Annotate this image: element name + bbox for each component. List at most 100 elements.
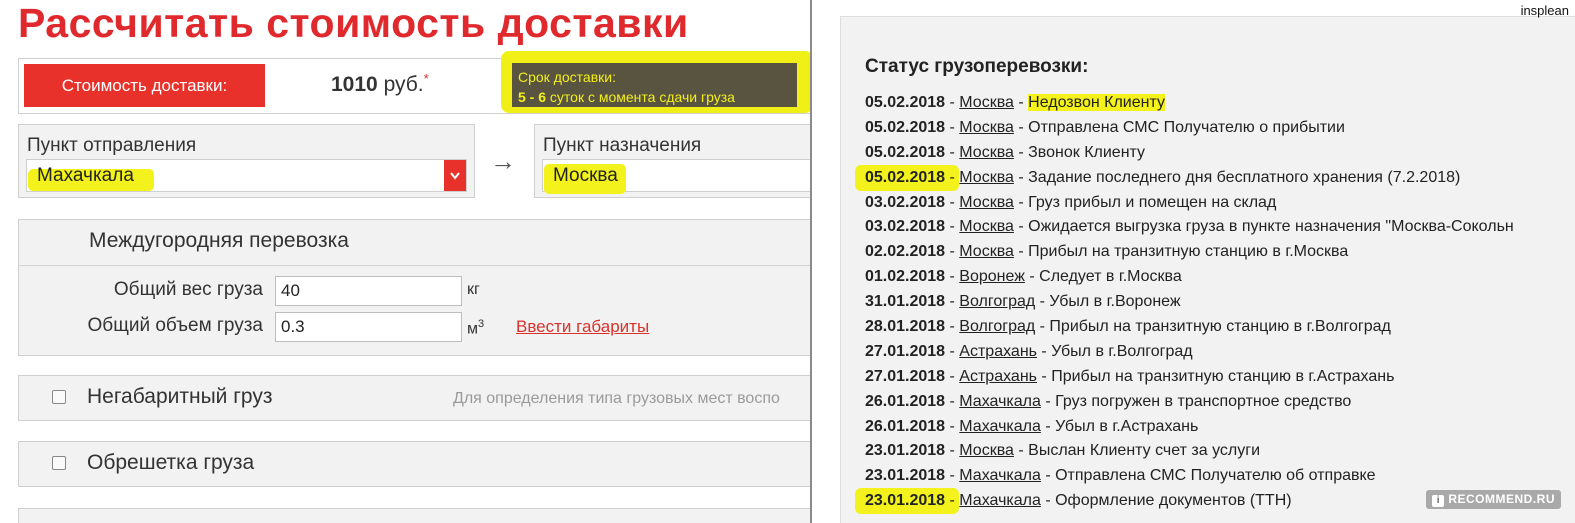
- status-city-link[interactable]: Махачкала: [959, 418, 1041, 435]
- status-separator: -: [1040, 392, 1056, 410]
- status-city-link[interactable]: Москва: [959, 94, 1014, 111]
- status-event: 31.01.2018 - Волгоград - Убыл в г.Вороне…: [865, 290, 1514, 315]
- intercity-heading: Междугородняя перевозка: [89, 229, 349, 252]
- status-text: Убыл в г.Воронеж: [1049, 293, 1181, 311]
- status-separator: -: [945, 293, 960, 311]
- weight-input[interactable]: 40: [275, 276, 462, 306]
- status-separator: -: [1040, 492, 1056, 510]
- status-event: 23.01.2018 - Махачкала - Отправлена СМС …: [865, 464, 1514, 489]
- status-separator: -: [945, 342, 960, 360]
- status-date: 05.02.2018: [865, 168, 946, 186]
- status-city-link[interactable]: Москва: [959, 194, 1014, 211]
- cost-row: Стоимость доставки: 1010 руб.* Срок дост…: [18, 51, 812, 114]
- status-city-link[interactable]: Астрахань: [959, 343, 1037, 360]
- status-date: 28.01.2018: [865, 318, 946, 336]
- volume-input[interactable]: 0.3: [275, 312, 462, 342]
- delivery-term-unit: суток с момента сдачи груза: [549, 89, 735, 105]
- status-separator: -: [945, 367, 960, 385]
- page-title: Рассчитать стоимость доставки: [18, 0, 689, 46]
- status-date: 02.02.2018: [865, 243, 946, 261]
- status-text: Оформление документов (ТТН): [1055, 492, 1292, 510]
- status-text: Груз прибыл и помещен на склад: [1028, 193, 1277, 211]
- status-city-link[interactable]: Москва: [959, 169, 1014, 186]
- status-separator: -: [1036, 342, 1052, 360]
- status-city-link[interactable]: Махачкала: [959, 393, 1041, 410]
- status-event: 23.01.2018 - Махачкала - Оформление доку…: [855, 488, 1514, 515]
- status-separator: -: [945, 268, 960, 286]
- destination-select[interactable]: Москва: [542, 159, 812, 194]
- calculator-panel: Рассчитать стоимость доставки Стоимость …: [0, 0, 812, 523]
- origin-value: Махачкала: [37, 165, 134, 186]
- status-city-link[interactable]: Москва: [959, 218, 1014, 235]
- status-date: 26.01.2018: [865, 417, 946, 435]
- status-separator: -: [1013, 143, 1029, 161]
- status-event: 03.02.2018 - Москва - Ожидается выгрузка…: [865, 215, 1514, 240]
- status-text: Прибыл на транзитную станцию в г.Астраха…: [1051, 367, 1395, 385]
- status-city-link[interactable]: Москва: [959, 144, 1014, 161]
- recommend-watermark: i RECOMMEND.RU: [1426, 490, 1561, 509]
- status-text: Отправлена СМС Получателю о прибытии: [1028, 118, 1345, 136]
- status-separator: -: [945, 467, 960, 485]
- status-text: Убыл в г.Астрахань: [1055, 417, 1199, 435]
- status-date: 27.01.2018: [865, 367, 946, 385]
- status-text: Груз погружен в транспортное средство: [1055, 392, 1352, 410]
- status-event: 05.02.2018 - Москва - Отправлена СМС Пол…: [865, 116, 1514, 141]
- status-event: 23.01.2018 - Москва - Выслан Клиенту сче…: [865, 439, 1514, 464]
- status-separator: -: [1040, 417, 1056, 435]
- chevron-down-icon[interactable]: [444, 160, 466, 191]
- status-city-link[interactable]: Москва: [959, 243, 1014, 260]
- status-text: Задание последнего дня бесплатного хране…: [1028, 168, 1461, 186]
- status-separator: -: [1024, 268, 1040, 286]
- status-city-link[interactable]: Воронеж: [959, 268, 1025, 285]
- status-event: 03.02.2018 - Москва - Груз прибыл и поме…: [865, 191, 1514, 216]
- status-date: 05.02.2018: [865, 118, 946, 136]
- status-event: 27.01.2018 - Астрахань - Убыл в г.Волгог…: [865, 340, 1514, 365]
- destination-box: Пункт назначения Москва: [534, 124, 812, 198]
- status-date: 03.02.2018: [865, 193, 946, 211]
- price-value: 1010 руб.*: [331, 71, 429, 97]
- status-city-link[interactable]: Астрахань: [959, 368, 1037, 385]
- oversized-hint: Для определения типа грузовых мест воспо: [453, 390, 780, 407]
- status-city-link[interactable]: Москва: [959, 119, 1014, 136]
- status-city-link[interactable]: Махачкала: [959, 492, 1041, 509]
- status-city-link[interactable]: Москва: [959, 442, 1014, 459]
- weight-unit: кг: [467, 281, 480, 298]
- status-separator: -: [945, 243, 960, 261]
- status-date: 27.01.2018: [865, 342, 946, 360]
- status-date: 05.02.2018: [865, 94, 946, 111]
- crating-section: Обрешетка груза: [18, 441, 812, 487]
- intercity-section: Междугородняя перевозка Общий вес груза …: [18, 219, 812, 356]
- route-arrow-icon: →: [490, 146, 516, 176]
- recommend-logo-icon: i: [1432, 495, 1445, 507]
- status-event: 05.02.2018 - Москва - Задание последнего…: [855, 164, 1514, 191]
- volume-unit: м3: [467, 318, 484, 338]
- price-currency: руб.: [383, 73, 424, 96]
- status-text: Следует в г.Москва: [1039, 268, 1182, 286]
- status-separator: -: [945, 392, 960, 410]
- crating-checkbox[interactable]: [52, 456, 66, 470]
- oversized-label: Негабаритный груз: [87, 385, 273, 408]
- oversized-checkbox[interactable]: [52, 390, 66, 404]
- recommend-site: RECOMMEND.RU: [1448, 492, 1555, 506]
- status-city-link[interactable]: Махачкала: [959, 467, 1041, 484]
- price-footnote-mark: *: [423, 71, 429, 86]
- status-separator: -: [1013, 118, 1029, 136]
- status-event: 27.01.2018 - Астрахань - Прибыл на транз…: [865, 365, 1514, 390]
- status-city-link[interactable]: Волгоград: [959, 318, 1035, 335]
- status-separator: -: [945, 143, 960, 161]
- origin-select[interactable]: Махачкала: [26, 159, 467, 192]
- status-text: Прибыл на транзитную станцию в г.Волгогр…: [1049, 318, 1391, 336]
- delivery-term-label: Срок доставки:: [518, 69, 616, 85]
- status-text: Недозвон Клиенту: [1028, 94, 1165, 111]
- status-event: 01.02.2018 - Воронеж - Следует в г.Москв…: [865, 265, 1514, 290]
- status-panel: Статус грузоперевозки: 05.02.2018 - Моск…: [812, 0, 1575, 523]
- status-separator: -: [1036, 367, 1052, 385]
- delivery-cost-button[interactable]: Стоимость доставки:: [24, 64, 265, 107]
- status-separator: -: [945, 318, 960, 336]
- volume-unit-base: м: [467, 320, 478, 338]
- enter-dimensions-link[interactable]: Ввести габариты: [516, 317, 649, 337]
- status-date: 23.01.2018: [865, 442, 946, 460]
- status-separator: -: [1035, 318, 1050, 336]
- delivery-term-box: Срок доставки: 5 - 6 суток с момента сда…: [512, 63, 797, 107]
- status-city-link[interactable]: Волгоград: [959, 293, 1035, 310]
